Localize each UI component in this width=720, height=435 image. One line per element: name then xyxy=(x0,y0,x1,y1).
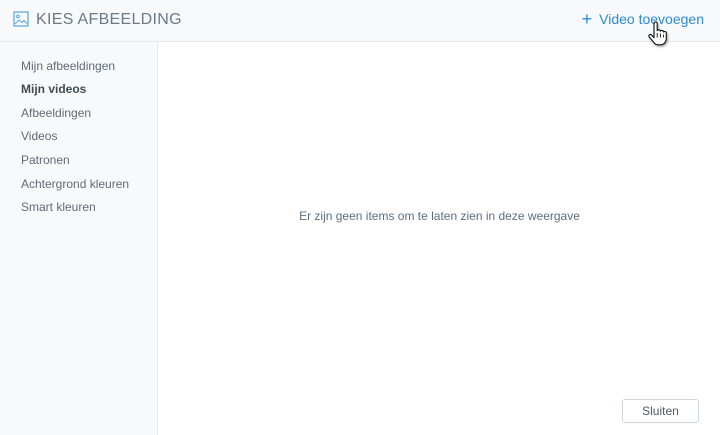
sidebar-item-achtergrond-kleuren[interactable]: Achtergrond kleuren xyxy=(21,177,129,191)
sidebar: Mijn afbeeldingen Mijn videos Afbeelding… xyxy=(0,42,158,435)
sidebar-item-mijn-afbeeldingen[interactable]: Mijn afbeeldingen xyxy=(21,59,115,73)
sidebar-item-videos[interactable]: Videos xyxy=(21,129,57,143)
sidebar-item-mijn-videos[interactable]: Mijn videos xyxy=(21,82,86,96)
dialog-title: KIES AFBEELDING xyxy=(36,11,182,28)
sidebar-item-afbeeldingen[interactable]: Afbeeldingen xyxy=(21,106,91,120)
hand-pointer-cursor-icon xyxy=(648,21,667,46)
dialog-header: KIES AFBEELDING + Video toevoegen xyxy=(0,0,720,42)
add-video-button[interactable]: + Video toevoegen xyxy=(581,9,704,29)
close-button[interactable]: Sluiten xyxy=(622,399,699,423)
sidebar-item-smart-kleuren[interactable]: Smart kleuren xyxy=(21,200,96,214)
empty-state-message: Er zijn geen items om te laten zien in d… xyxy=(299,209,580,223)
image-icon xyxy=(13,11,29,27)
sidebar-item-patronen[interactable]: Patronen xyxy=(21,153,70,167)
plus-icon: + xyxy=(581,9,593,29)
